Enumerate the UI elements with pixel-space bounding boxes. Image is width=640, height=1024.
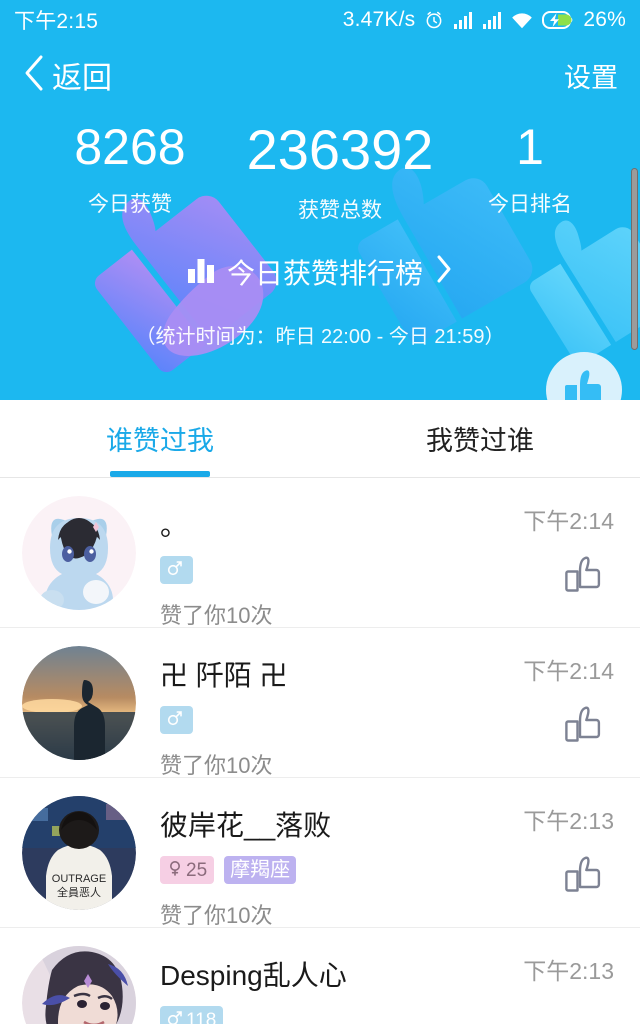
stat-today-rank: 1 今日排名 xyxy=(450,122,610,218)
stats-row: 8268 今日获赞 236392 获赞总数 1 今日排名 xyxy=(0,110,640,224)
battery-charging-icon xyxy=(542,11,574,29)
user-name: 卍 阡陌 卍 xyxy=(160,660,288,691)
zodiac-badge: 摩羯座 xyxy=(224,856,297,884)
like-list: 。 赞了你10次 下午2:14 卍 阡陌 卍 赞了你10次 下午2:14 OUT… xyxy=(0,478,640,1024)
gender-age-text: 25 xyxy=(186,859,208,881)
list-item-actions: 下午2:14 xyxy=(523,646,616,759)
list-item-info: 卍 阡陌 卍 赞了你10次 xyxy=(160,646,523,780)
status-time: 下午2:15 xyxy=(14,10,99,33)
rank-label: 今日获赞排行榜 xyxy=(226,258,423,289)
avatar[interactable] xyxy=(22,646,136,760)
list-item[interactable]: 卍 阡陌 卍 赞了你10次 下午2:14 xyxy=(0,628,640,778)
male-icon xyxy=(167,560,183,580)
list-item-actions: 下午2:13 xyxy=(523,796,616,909)
like-count-text: 赞了你10次 xyxy=(160,603,273,628)
network-speed: 3.47K/s xyxy=(342,8,416,31)
gender-badge-male xyxy=(160,556,193,584)
list-item[interactable]: Desping乱人心 118 下午2:13 xyxy=(0,928,640,1024)
alarm-icon xyxy=(424,10,444,30)
wifi-icon xyxy=(511,12,533,29)
list-item-info: Desping乱人心 118 xyxy=(160,946,523,1024)
gender-age-text: 118 xyxy=(186,1009,217,1024)
like-button[interactable] xyxy=(564,704,604,749)
timestamp: 下午2:13 xyxy=(523,958,614,984)
user-name: Desping乱人心 xyxy=(160,960,347,991)
tab-bar: 谁赞过我 我赞过谁 xyxy=(0,400,640,478)
stat-value: 1 xyxy=(516,119,544,175)
user-badges: 25 摩羯座 xyxy=(160,856,523,884)
list-item-info: 彼岸花__落败 25 摩羯座 赞了你10次 xyxy=(160,796,523,930)
stat-time-range: （统计时间为：昨日 22:00 - 今日 21:59） xyxy=(135,326,505,348)
list-item[interactable]: 。 赞了你10次 下午2:14 xyxy=(0,478,640,628)
user-badges xyxy=(160,706,523,734)
gender-badge-male: 118 xyxy=(160,1006,224,1024)
back-button[interactable]: 返回 xyxy=(22,53,112,97)
stat-label: 今日获赞 xyxy=(88,193,172,216)
male-icon xyxy=(167,1010,183,1024)
stat-value: 8268 xyxy=(74,119,186,175)
stat-value: 236392 xyxy=(246,118,434,181)
list-item-actions: 下午2:14 xyxy=(523,496,616,609)
user-name: 彼岸花__落败 xyxy=(160,810,332,841)
hero-panel: 返回 设置 8268 今日获赞 236392 获赞总数 1 今日排名 今日获赞排… xyxy=(0,40,640,400)
back-label: 返回 xyxy=(52,62,112,95)
stat-label: 获赞总数 xyxy=(298,199,382,222)
thumbs-up-outline-icon xyxy=(564,706,604,748)
like-count-text: 赞了你10次 xyxy=(160,753,273,778)
user-name: 。 xyxy=(160,510,189,541)
tab-who-i-liked[interactable]: 我赞过谁 xyxy=(320,400,640,477)
stat-today-likes: 8268 今日获赞 xyxy=(30,122,230,218)
app-root: 下午2:15 3.47K/s 26% 返回 设置 8268 今日获赞 23639… xyxy=(0,0,640,1024)
bar-chart-icon xyxy=(187,257,215,288)
female-icon xyxy=(167,860,183,880)
chevron-right-icon xyxy=(435,254,453,291)
like-button[interactable] xyxy=(564,854,604,899)
chevron-left-icon xyxy=(22,54,46,97)
thumbs-up-outline-icon xyxy=(564,856,604,898)
timestamp: 下午2:13 xyxy=(523,808,614,834)
stat-label: 今日排名 xyxy=(488,193,572,216)
like-count-text: 赞了你10次 xyxy=(160,903,273,928)
svg-text:全員恶人: 全員恶人 xyxy=(57,885,101,899)
thumbs-up-outline-icon xyxy=(564,556,604,598)
user-badges xyxy=(160,556,523,584)
signal-icon xyxy=(453,11,473,29)
list-item[interactable]: OUTRAGE 全員恶人 彼岸花__落败 25 摩羯座 赞了你10次 下午2:1… xyxy=(0,778,640,928)
list-item-actions: 下午2:13 xyxy=(523,946,616,1024)
avatar[interactable] xyxy=(22,496,136,610)
timestamp: 下午2:14 xyxy=(523,658,614,684)
stat-total-likes: 236392 获赞总数 xyxy=(230,122,450,224)
thumbs-up-icon xyxy=(562,366,606,400)
settings-button[interactable]: 设置 xyxy=(564,56,618,95)
gender-badge-male xyxy=(160,706,193,734)
user-badges: 118 xyxy=(160,1006,523,1024)
male-icon xyxy=(167,710,183,730)
svg-text:OUTRAGE: OUTRAGE xyxy=(52,873,106,885)
navigation-bar: 返回 设置 xyxy=(0,40,640,110)
avatar[interactable] xyxy=(22,946,136,1024)
like-button[interactable] xyxy=(564,554,604,599)
status-icons: 3.47K/s 26% xyxy=(343,8,626,32)
page-scrollbar[interactable] xyxy=(631,168,638,350)
timestamp: 下午2:14 xyxy=(523,508,614,534)
rank-leaderboard-button[interactable]: 今日获赞排行榜 xyxy=(0,252,640,292)
list-item-info: 。 赞了你10次 xyxy=(160,496,523,630)
tab-who-liked-me[interactable]: 谁赞过我 xyxy=(0,400,320,477)
avatar[interactable]: OUTRAGE 全員恶人 xyxy=(22,796,136,910)
battery-percent: 26% xyxy=(583,8,626,31)
gender-badge-female: 25 xyxy=(160,856,215,884)
signal-icon xyxy=(482,11,502,29)
status-bar: 下午2:15 3.47K/s 26% xyxy=(0,0,640,40)
